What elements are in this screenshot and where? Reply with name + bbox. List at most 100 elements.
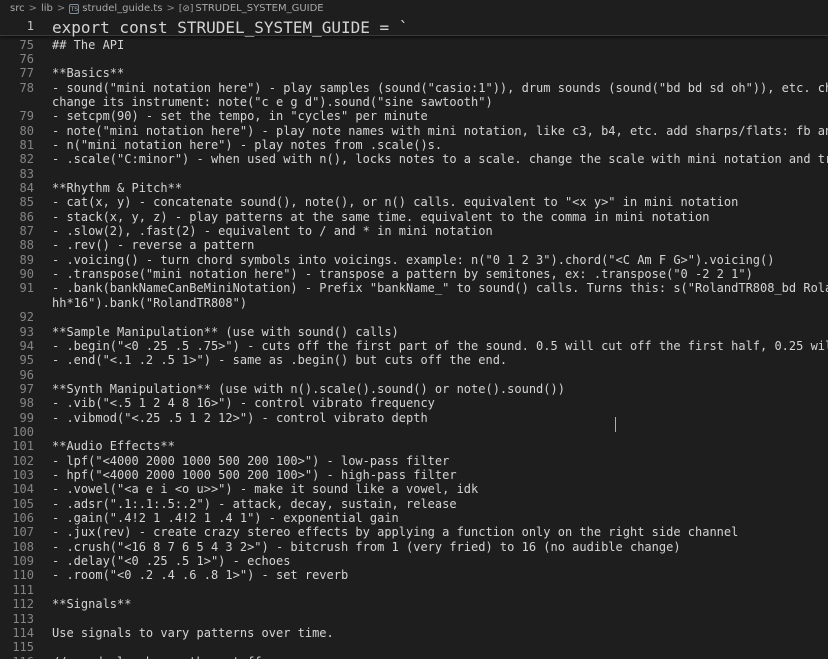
line-number: 99 (19, 410, 34, 425)
line-number: 102 (12, 453, 34, 468)
line-number: 116 (0, 655, 34, 659)
code-line[interactable]: 97 **Synth Manipulation** (use with n().s… (0, 382, 565, 396)
line-number: 112 (12, 597, 34, 612)
line-number: 114 (12, 625, 34, 640)
line-number: 75 (19, 37, 34, 52)
code-line[interactable]: 115 (0, 640, 34, 654)
code-text: - .bank(bankNameCanBeMiniNotation) - Pre… (52, 281, 828, 296)
line-number: 111 (12, 582, 34, 597)
code-line[interactable]: 81 - n("mini notation here") - play notes… (0, 137, 443, 152)
breadcrumb-item-src[interactable]: src (10, 3, 25, 14)
line-number: 87 (19, 224, 34, 239)
code-line[interactable]: 77 **Basics** (0, 66, 125, 80)
variable-icon: [⊘] (178, 3, 194, 14)
code-text: export const STRUDEL_SYSTEM_GUIDE = ` (52, 18, 409, 37)
code-line[interactable]: 76 (0, 52, 34, 66)
code-text: - .slow(2), .fast(2) - equivalent to / a… (52, 224, 493, 239)
line-number: 85 (19, 195, 34, 210)
code-line[interactable]: 103 - hpf("<4000 2000 1000 500 200 100>")… (0, 468, 456, 482)
code-line[interactable]: 96 (0, 368, 34, 382)
code-line[interactable]: 91 - .bank(bankNameCanBeMiniNotation) - P… (0, 281, 828, 295)
line-number: 1 (26, 19, 34, 33)
code-line[interactable]: 78 - sound("mini notation here") - play s… (0, 81, 828, 95)
code-line[interactable]: 104 - .vowel("<a e i <o u>>") - make it s… (0, 482, 478, 496)
code-line[interactable]: 83 (0, 167, 34, 181)
code-line[interactable]: 101 **Audio Effects** (0, 439, 175, 454)
code-line[interactable]: 98 - .vib("<.5 1 2 4 8 16>") - control vi… (0, 396, 435, 411)
code-text: - .end("<.1 .2 .5 1>") - same as .begin(… (52, 353, 508, 368)
code-line[interactable]: change its instrument: note("c e g d").s… (0, 95, 493, 109)
typescript-file-icon: TS (69, 3, 80, 14)
code-text: **Audio Effects** (52, 439, 175, 454)
code-line[interactable]: 109 - .delay("<0 .25 .5 1>") - echoes (0, 554, 290, 569)
code-text: // randomly change the cutoff (52, 655, 262, 659)
code-line[interactable]: 90 - .transpose("mini notation here") - t… (0, 267, 753, 282)
line-number: 106 (12, 511, 34, 526)
code-text: - n("mini notation here") - play notes f… (52, 137, 443, 152)
line-number: 109 (12, 554, 34, 569)
line-number: 115 (12, 640, 34, 655)
chevron-right-icon: > (28, 3, 37, 14)
line-number: 86 (19, 209, 34, 224)
breadcrumb-item-file[interactable]: strudel_guide.ts (82, 3, 162, 14)
code-line[interactable]: 105 - .adsr(".1:.1:.5:.2") - attack, deca… (0, 496, 456, 511)
code-line[interactable]: 110 - .room("<0 .2 .4 .6 .8 1>") - set re… (0, 568, 348, 582)
code-line[interactable]: 113 (0, 612, 34, 626)
code-text: - .transpose("mini notation here") - tra… (52, 267, 753, 282)
line-number: 81 (19, 137, 34, 152)
code-line[interactable]: 92 (0, 310, 34, 324)
code-text: - .voicing() - turn chord symbols into v… (52, 252, 775, 267)
line-number: 93 (19, 324, 34, 339)
code-line[interactable]: 99 - .vibmod("<.25 .5 1 2 12>") - control… (0, 410, 428, 425)
code-line[interactable]: 95 - .end("<.1 .2 .5 1>") - same as .begi… (0, 353, 508, 367)
code-text: - .delay("<0 .25 .5 1>") - echoes (52, 554, 291, 569)
code-line[interactable]: 93 **Sample Manipulation** (use with soun… (0, 324, 399, 339)
code-line[interactable]: 75 ## The API (0, 37, 125, 52)
line-number: 98 (19, 396, 34, 411)
code-line[interactable]: 80 - note("mini notation here") - play no… (0, 124, 828, 138)
code-line[interactable]: 106 - .gain(".4!2 1 .4!2 1 .4 1") - expon… (0, 511, 398, 526)
code-editor[interactable]: 75 ## The API 76 77 **Basics** 78 - sound("min… (0, 36, 828, 659)
line-number: 90 (19, 267, 34, 282)
code-line[interactable]: 88 - .rev() - reverse a pattern (0, 238, 255, 253)
breadcrumb-item-lib[interactable]: lib (41, 3, 53, 14)
line-number: 105 (12, 496, 34, 511)
code-line[interactable]: hh*16").bank("RolandTR808") (0, 296, 247, 310)
line-number: 82 (19, 152, 34, 167)
code-line[interactable]: 111 (0, 583, 34, 597)
code-line[interactable]: 112 **Signals** (0, 597, 131, 612)
code-text: - .jux(rev) - create crazy stereo effect… (52, 525, 739, 540)
line-number: 76 (19, 51, 34, 66)
line-number: 94 (19, 338, 34, 353)
code-line[interactable]: 107 - .jux(rev) - create crazy stereo eff… (0, 525, 738, 539)
code-line[interactable]: 86 - stack(x, y, z) - play patterns at th… (0, 209, 710, 224)
line-number: 88 (19, 238, 34, 253)
code-line[interactable]: 116 // randomly change the cutoff (0, 655, 261, 659)
breadcrumb-item-symbol[interactable]: STRUDEL_SYSTEM_GUIDE (195, 3, 323, 14)
code-text: - .gain(".4!2 1 .4!2 1 .4 1") - exponent… (52, 511, 399, 526)
sticky-scroll-line[interactable]: 1 export const STRUDEL_SYSTEM_GUIDE = ` (0, 17, 828, 37)
code-line[interactable]: 87 - .slow(2), .fast(2) - equivalent to /… (0, 224, 493, 239)
code-line[interactable]: 114 Use signals to vary patterns over tim… (0, 625, 333, 640)
code-line[interactable]: 100 (0, 425, 34, 439)
code-line[interactable]: 79 - setcpm(90) - set the tempo, in "cycl… (0, 109, 428, 123)
code-text: Use signals to vary patterns over time. (52, 625, 334, 640)
code-text: change its instrument: note("c e g d").s… (52, 94, 493, 109)
line-number: 100 (12, 424, 34, 439)
code-text: - hpf("<4000 2000 1000 500 200 100>") - … (52, 468, 457, 482)
code-line[interactable]: 84 **Rhythm & Pitch** (0, 181, 183, 195)
code-text: **Rhythm & Pitch** (52, 181, 183, 195)
line-number: 101 (12, 439, 34, 454)
code-line[interactable]: 108 - .crush("<16 8 7 6 5 4 3 2>") - bitc… (0, 540, 680, 554)
code-text: ## The API (52, 37, 125, 52)
code-text: **Basics** (52, 66, 125, 81)
code-text: **Sample Manipulation** (use with sound(… (52, 324, 399, 339)
code-line[interactable]: 82 - .scale("C:minor") - when used with n… (0, 152, 828, 167)
code-line[interactable]: 85 - cat(x, y) - concatenate sound(), not… (0, 195, 739, 210)
code-text: - .room("<0 .2 .4 .6 .8 1>") - set rever… (52, 568, 349, 583)
code-line[interactable]: 89 - .voicing() - turn chord symbols into… (0, 253, 775, 267)
text-cursor (615, 417, 616, 432)
code-line[interactable]: 102 - lpf("<4000 2000 1000 500 200 100>")… (0, 453, 449, 468)
code-text: - setcpm(90) - set the tempo, in "cycles… (52, 109, 428, 124)
code-line[interactable]: 94 - .begin("<0 .25 .5 .75>") - cuts off … (0, 338, 828, 353)
